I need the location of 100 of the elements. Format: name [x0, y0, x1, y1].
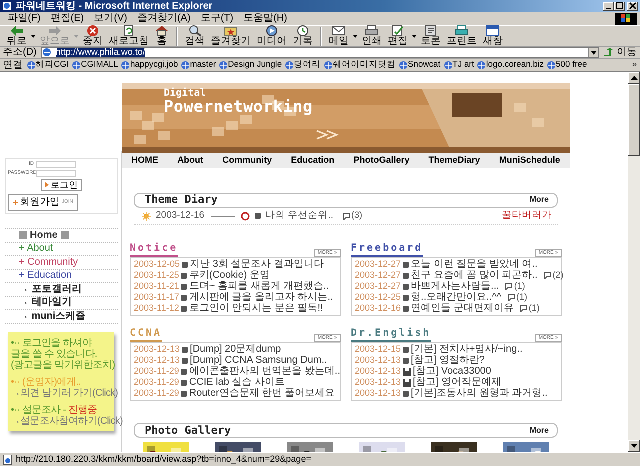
- post-date: 2003-12-25: [355, 292, 402, 303]
- ring-icon: [240, 212, 250, 221]
- menu-item[interactable]: 보기(V): [89, 13, 132, 24]
- nav-link[interactable]: About: [178, 156, 204, 166]
- scrollbar-thumb[interactable]: [628, 84, 640, 156]
- address-field[interactable]: http://www.phila.wo.to/: [40, 47, 599, 58]
- link-button[interactable]: 딩여리: [285, 60, 322, 70]
- post-title[interactable]: 지난 3회 설문조사 결과입니다: [190, 259, 324, 270]
- down-arrow-icon[interactable]: [630, 444, 638, 448]
- post-title[interactable]: CCIE lab 실습 사이트: [189, 377, 285, 388]
- board-title: CCNA: [130, 328, 162, 342]
- link-button[interactable]: 해피CGI: [27, 60, 70, 70]
- caret-icon[interactable]: [352, 34, 359, 38]
- sidebar-link[interactable]: + Education: [19, 270, 72, 282]
- toolbar-button[interactable]: 토론: [418, 25, 444, 47]
- bullet-icon: [403, 346, 410, 353]
- menu-item[interactable]: 도구(T): [196, 13, 239, 24]
- note-text: (광고글을 막기위한조치): [11, 360, 116, 370]
- browser-icon: [2, 1, 12, 11]
- post-title[interactable]: [참고] 영어작문예제: [413, 377, 502, 388]
- sidebar-link[interactable]: → muni스케쥴: [19, 310, 86, 322]
- dropdown-button[interactable]: [588, 48, 598, 57]
- more-link[interactable]: More: [530, 426, 549, 436]
- toolbar-button[interactable]: 기록: [290, 25, 316, 47]
- scrollbar[interactable]: [628, 72, 640, 452]
- back-arrow-icon: [10, 25, 24, 37]
- post-title[interactable]: [Dump] CCNA Samsung Dum..: [190, 355, 328, 366]
- link-button[interactable]: CGIMALL: [72, 60, 118, 70]
- toolbar-button[interactable]: 미디어: [254, 25, 290, 47]
- more-link[interactable]: More: [530, 196, 549, 205]
- toolbar-button[interactable]: 홈: [152, 25, 172, 47]
- toolbar-button[interactable]: 인쇄: [359, 25, 385, 47]
- close-button[interactable]: [627, 2, 638, 10]
- password-field[interactable]: [36, 170, 76, 177]
- comment-count: (1): [516, 292, 528, 303]
- menu-item[interactable]: 즐겨찾기(A): [132, 13, 196, 24]
- toolbar-button[interactable]: 새로고침: [106, 25, 152, 47]
- bullet-icon: [181, 284, 188, 290]
- post-title[interactable]: 드뎌~ 홈피를 새롭게 개편했습..: [189, 281, 330, 292]
- toolbar-button[interactable]: 뒤로: [4, 25, 30, 47]
- toolbar-button[interactable]: 메일: [326, 25, 352, 47]
- toolbar-button[interactable]: 즐겨찾기: [208, 25, 254, 47]
- link-button[interactable]: master: [181, 60, 216, 70]
- sidebar-link[interactable]: Home: [30, 230, 58, 241]
- sidebar-link[interactable]: + About: [19, 243, 54, 254]
- menu-item[interactable]: 도움말(H): [238, 13, 292, 24]
- post-title[interactable]: 로그인이 안되시는 분은 필독!!: [189, 303, 324, 314]
- link-button[interactable]: Snowcat: [399, 60, 441, 70]
- post-title[interactable]: 친구 요즘에 꼼 많이 피곤하..: [411, 270, 538, 282]
- toolbar-button[interactable]: 새창: [480, 25, 506, 47]
- up-arrow-icon[interactable]: [630, 76, 638, 80]
- nav-link[interactable]: PhotoGallery: [354, 156, 410, 166]
- link-button[interactable]: happycgi.job: [121, 60, 178, 70]
- toolbar-button[interactable]: 중지: [80, 25, 106, 47]
- post-title[interactable]: [기본]조동사의 원형과 과거형..: [411, 388, 548, 400]
- diary-title[interactable]: 나의 우선순위..: [266, 211, 334, 222]
- nav-link[interactable]: Education: [291, 156, 335, 166]
- post-title[interactable]: [기본] 전치사+명사/~ing..: [411, 344, 523, 356]
- login-button[interactable]: 로그인: [41, 179, 82, 191]
- post-title[interactable]: 연예인들 군대면제이유: [411, 303, 514, 314]
- link-button[interactable]: TJ art: [444, 60, 474, 70]
- minimize-button[interactable]: [603, 2, 614, 10]
- menu-item[interactable]: 편집(E): [46, 13, 90, 24]
- menu-item[interactable]: 파일(F): [3, 13, 46, 24]
- nav-link[interactable]: MuniSchedule: [499, 156, 560, 166]
- toolbar-button[interactable]: 프린트: [444, 25, 480, 47]
- nav-link[interactable]: HOME: [132, 156, 159, 166]
- post-date: 2003-11-25: [134, 270, 180, 281]
- post-title[interactable]: 게시판에 글을 올리고자 하시는..: [189, 292, 334, 304]
- link-button[interactable]: logo.corean.biz: [477, 60, 544, 70]
- post-title[interactable]: [참고] 영절하란?: [411, 355, 485, 366]
- more-links-button[interactable]: »: [632, 60, 637, 70]
- sidebar-link[interactable]: + Community: [19, 256, 78, 268]
- caret-icon[interactable]: [30, 34, 37, 38]
- post-title[interactable]: [참고] Voca33000: [413, 366, 492, 378]
- nav-link[interactable]: Community: [222, 156, 272, 166]
- go-button[interactable]: 이동: [603, 47, 637, 58]
- toolbar-button[interactable]: 검색: [182, 25, 208, 47]
- post-date: 2003-12-13: [134, 356, 180, 366]
- link-button[interactable]: 500 free: [547, 60, 588, 70]
- toolbar-button[interactable]: 편집: [385, 25, 411, 47]
- page-icon: [424, 25, 438, 37]
- caret-icon[interactable]: [411, 34, 418, 38]
- home-icon: [155, 25, 169, 37]
- nav-link[interactable]: ThemeDiary: [428, 156, 480, 166]
- post-title[interactable]: 헝..오래간만이요..^^: [411, 292, 502, 304]
- post-title[interactable]: 쿠키(Cookie) 운영: [189, 270, 270, 282]
- maximize-button[interactable]: [614, 2, 625, 10]
- post-title[interactable]: [Dump] 20문제dump: [190, 344, 282, 356]
- post-title[interactable]: 바쁘게사는사람들...: [411, 281, 500, 292]
- id-field[interactable]: [36, 161, 76, 168]
- link-button[interactable]: Design Jungle: [219, 60, 282, 70]
- post-title[interactable]: 오늘 이런 질문을 받았네 여..: [411, 259, 538, 270]
- sidebar-link[interactable]: → 포토갤러리: [19, 284, 82, 295]
- post-title[interactable]: 에이콘출판사의 번역본을 봤는데..: [189, 366, 340, 378]
- post-title[interactable]: Router연습문제 한번 풀어보세요: [189, 388, 335, 400]
- note-text: 글을 쓸 수 있습니다.: [11, 348, 98, 360]
- link-button[interactable]: 쉐어이미지닷컴: [324, 60, 396, 70]
- sidebar-link[interactable]: → 테마일기: [19, 297, 72, 308]
- section-title: Photo Gallery: [145, 424, 232, 437]
